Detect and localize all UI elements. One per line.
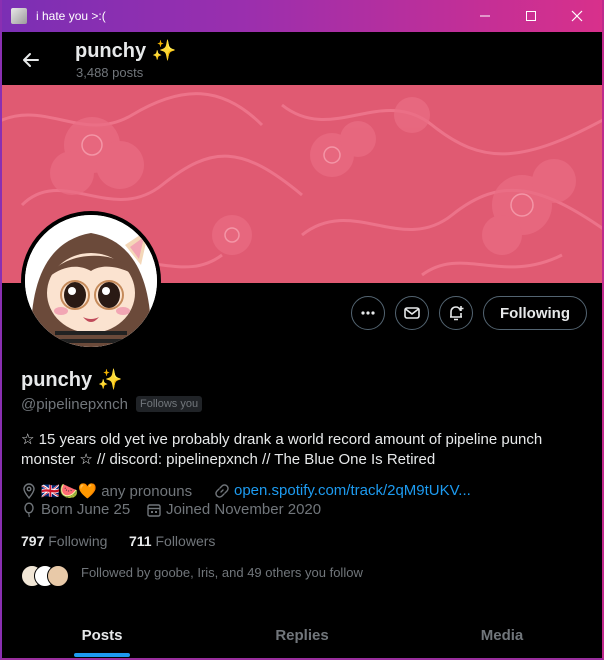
tab-posts[interactable]: Posts <box>2 612 202 658</box>
profile-avatar[interactable] <box>21 211 161 351</box>
header-display-name: punchy ✨ <box>75 40 177 62</box>
profile-header-bar: punchy ✨ 3,488 posts <box>2 32 602 85</box>
birthday-text: Born June 25 <box>41 501 131 518</box>
tab-replies[interactable]: Replies <box>202 612 402 658</box>
header-post-count: 3,488 posts <box>76 65 144 80</box>
arrow-left-icon <box>23 53 39 67</box>
back-button[interactable] <box>14 43 48 77</box>
link-icon <box>215 483 229 498</box>
balloon-icon <box>24 501 34 517</box>
profile-location: 🇬🇧🍉🧡 any pronouns <box>21 482 192 500</box>
minimize-icon <box>480 15 490 17</box>
profile-bio: ☆ 15 years old yet ive probably drank a … <box>21 431 543 468</box>
app-window: i hate you >:( punchy ✨ 3,488 posts Foll… <box>0 0 604 660</box>
followed-by-avatars[interactable] <box>21 565 71 587</box>
followers-link[interactable]: 711 Followers <box>129 533 215 549</box>
profile-link[interactable]: open.spotify.com/track/2qM9tUKV... <box>214 482 471 499</box>
minimize-button[interactable] <box>462 0 508 32</box>
joined-text: Joined November 2020 <box>166 501 322 518</box>
message-button[interactable] <box>395 296 429 330</box>
more-dots-icon <box>361 311 375 315</box>
window-title: i hate you >:( <box>36 9 106 23</box>
follows-you-badge: Follows you <box>136 396 203 412</box>
followed-by-text[interactable]: Followed by goobe, Iris, and 49 others y… <box>81 565 363 580</box>
following-label: Following <box>48 533 108 549</box>
bell-plus-icon <box>450 306 464 321</box>
profile-tabs: Posts Replies Media <box>2 612 602 658</box>
title-bar[interactable]: i hate you >:( <box>2 0 602 32</box>
profile-birthday: Born June 25 <box>21 501 130 518</box>
more-options-button[interactable] <box>351 296 385 330</box>
close-icon <box>571 10 583 22</box>
following-link[interactable]: 797 Following <box>21 533 107 549</box>
profile-joined: Joined November 2020 <box>146 501 321 518</box>
avatar-image <box>25 215 157 347</box>
notifications-button[interactable] <box>439 296 473 330</box>
tab-media[interactable]: Media <box>402 612 602 658</box>
profile-display-name: punchy ✨ <box>21 369 123 391</box>
app-icon <box>11 8 27 24</box>
location-text: 🇬🇧🍉🧡 any pronouns <box>41 483 193 500</box>
followers-label: Followers <box>155 533 216 549</box>
location-pin-icon <box>23 483 35 499</box>
profile-handle: @pipelinepxnch <box>21 396 128 413</box>
calendar-icon <box>147 503 161 517</box>
maximize-button[interactable] <box>508 0 554 32</box>
following-button[interactable]: Following <box>483 296 587 330</box>
active-tab-indicator <box>74 653 130 657</box>
mutual-avatar <box>47 565 69 587</box>
following-count: 797 <box>21 533 45 549</box>
link-url[interactable]: open.spotify.com/track/2qM9tUKV... <box>234 482 471 499</box>
close-button[interactable] <box>554 0 600 32</box>
maximize-icon <box>526 11 536 21</box>
envelope-icon <box>404 307 420 319</box>
followers-count: 711 <box>129 533 152 549</box>
